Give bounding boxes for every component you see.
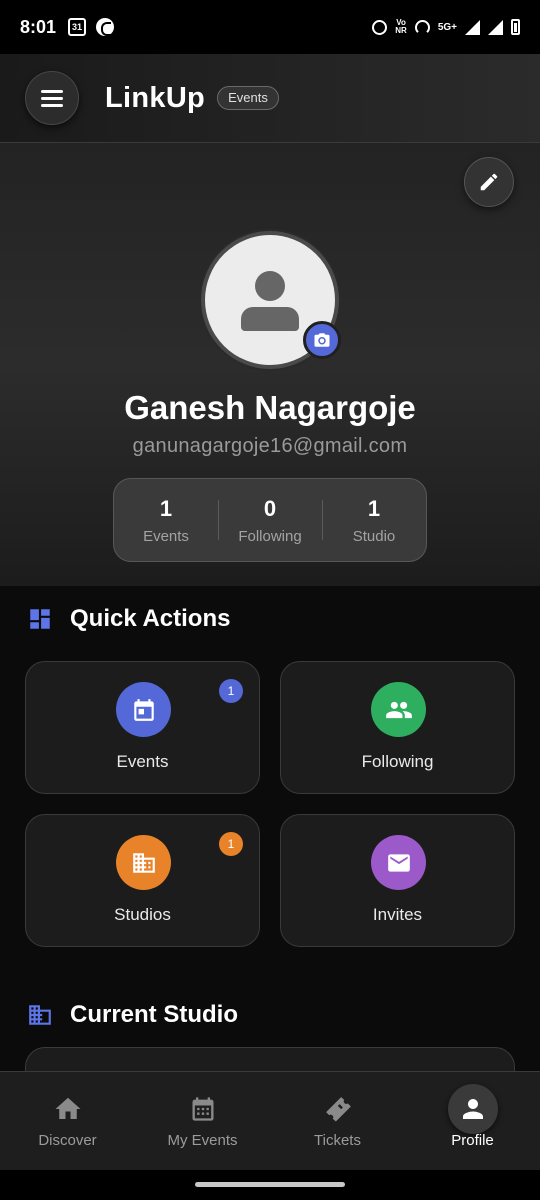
calendar-icon <box>133 698 154 721</box>
quick-action-events[interactable]: 1 Events <box>25 661 260 794</box>
system-nav-bar <box>0 1170 540 1200</box>
stat-value: 0 <box>263 495 277 521</box>
nav-label: Discover <box>38 1132 97 1149</box>
call-notification-icon <box>96 18 115 36</box>
profile-section: Ganesh Nagargoje ganunagargoje16@gmail.c… <box>0 143 540 586</box>
stat-label: Events <box>143 527 189 545</box>
app-title: LinkUp <box>105 81 206 114</box>
stat-value: 1 <box>367 495 381 521</box>
dashboard-icon <box>30 609 50 629</box>
signal-icon-2 <box>488 19 503 35</box>
nav-icon-wrap <box>53 1094 83 1124</box>
card-icon-circle <box>371 682 426 737</box>
stat-label: Studio <box>352 527 396 545</box>
home-indicator[interactable] <box>195 1182 345 1187</box>
menu-icon-line <box>41 96 63 100</box>
nav-icon-wrap <box>323 1094 353 1124</box>
current-studio-header: Current Studio <box>27 1001 238 1029</box>
quick-action-studios[interactable]: 1 Studios <box>25 814 260 947</box>
menu-icon-line <box>41 89 63 93</box>
profile-email: ganunagargoje16@gmail.com <box>132 435 408 457</box>
edit-profile-button[interactable] <box>464 157 514 207</box>
studio-building-icon <box>29 1005 51 1025</box>
pencil-icon <box>480 173 498 191</box>
studios-count-badge: 1 <box>219 832 243 856</box>
card-icon-circle <box>116 682 171 737</box>
nav-icon-wrap <box>188 1094 218 1124</box>
stat-studio[interactable]: 1 Studio <box>322 496 426 545</box>
status-time: 8:01 <box>20 16 57 37</box>
home-icon <box>55 1097 80 1119</box>
card-icon-circle <box>371 835 426 890</box>
quick-action-following[interactable]: Following <box>280 661 515 794</box>
nav-icon-wrap <box>447 1084 498 1134</box>
status-indicators: Vo NR 5G+ <box>372 19 520 35</box>
nav-discover[interactable]: Discover <box>0 1072 135 1170</box>
card-label: Invites <box>372 905 423 924</box>
card-label: Events <box>116 752 169 771</box>
person-icon <box>462 1099 483 1119</box>
battery-icon <box>511 19 520 35</box>
nav-label: Profile <box>451 1132 494 1149</box>
stat-following[interactable]: 0 Following <box>218 496 322 545</box>
nav-profile[interactable]: Profile <box>405 1072 540 1170</box>
camera-icon <box>314 333 330 347</box>
card-label: Following <box>361 752 434 771</box>
status-bar: 8:01 31 Vo NR 5G+ <box>0 0 540 54</box>
bottom-navigation: Discover My Events Tickets Profile <box>0 1071 540 1170</box>
stat-value: 1 <box>159 495 173 521</box>
profile-stats: 1 Events 0 Following 1 Studio <box>113 478 427 562</box>
calendar-grid-icon <box>192 1097 213 1121</box>
section-title: Quick Actions <box>70 605 231 632</box>
change-photo-button[interactable] <box>303 321 341 359</box>
section-title: Current Studio <box>70 1001 238 1028</box>
nav-tickets[interactable]: Tickets <box>270 1072 405 1170</box>
people-icon <box>385 701 412 718</box>
header-badge: Events <box>217 86 279 110</box>
card-label: Studios <box>114 905 171 924</box>
menu-button[interactable] <box>25 71 79 125</box>
signal-icon <box>465 19 480 35</box>
quick-actions-header: Quick Actions <box>27 605 230 633</box>
menu-icon-line <box>41 103 63 107</box>
avatar-placeholder-head <box>255 271 285 301</box>
nav-label: My Events <box>167 1132 238 1149</box>
nav-my-events[interactable]: My Events <box>135 1072 270 1170</box>
quick-action-invites[interactable]: Invites <box>280 814 515 947</box>
app-header: LinkUp Events <box>0 54 540 143</box>
stat-events[interactable]: 1 Events <box>114 496 218 545</box>
avatar-placeholder-body <box>241 307 299 331</box>
mail-icon <box>387 853 410 872</box>
hotspot-icon <box>414 19 430 35</box>
card-icon-circle <box>116 835 171 890</box>
ticket-icon <box>325 1097 351 1122</box>
events-count-badge: 1 <box>219 679 243 703</box>
nav-label: Tickets <box>314 1132 361 1149</box>
alarm-icon <box>372 19 388 35</box>
network-type: 5G+ <box>437 21 457 33</box>
stat-label: Following <box>238 527 302 545</box>
profile-name: Ganesh Nagargoje <box>124 389 416 426</box>
building-icon <box>132 852 155 873</box>
calendar-notification-icon: 31 <box>68 18 87 36</box>
volte-indicator: Vo NR <box>395 18 407 35</box>
